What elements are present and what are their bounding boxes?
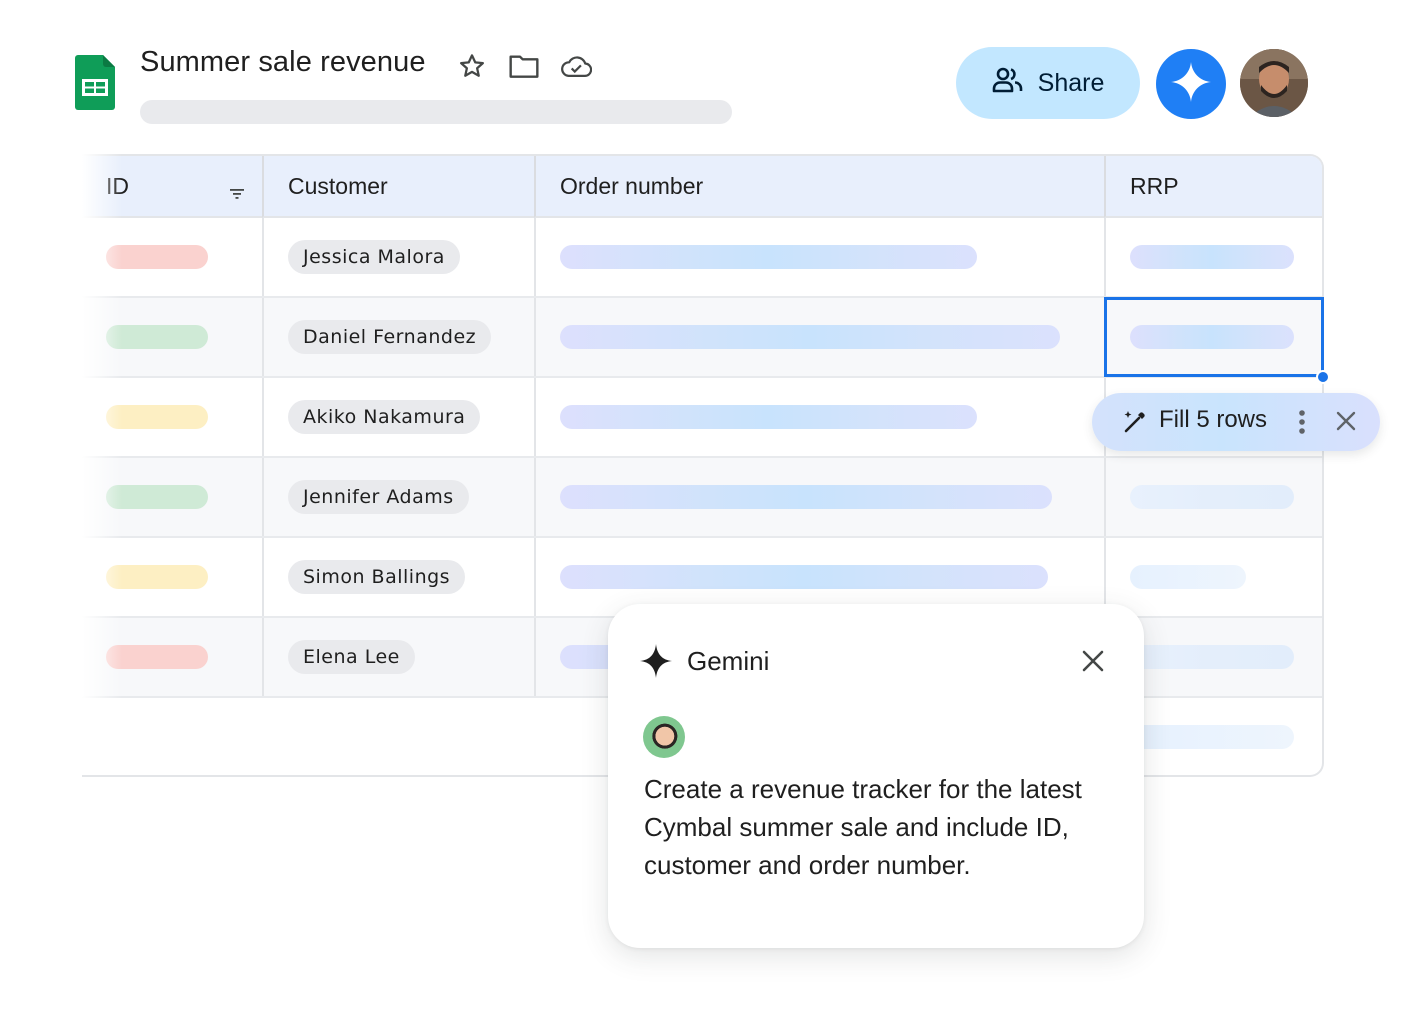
gemini-panel-title: Gemini bbox=[687, 646, 770, 676]
close-icon[interactable] bbox=[1078, 646, 1108, 676]
customer-chip[interactable]: Akiko Nakamura bbox=[288, 400, 481, 434]
table-row: Jennifer Adams bbox=[82, 458, 1322, 538]
id-placeholder bbox=[106, 325, 208, 349]
order-placeholder bbox=[560, 405, 977, 429]
rrp-placeholder bbox=[1130, 645, 1294, 669]
table-row: Jessica Malora bbox=[82, 218, 1322, 298]
id-placeholder bbox=[106, 485, 208, 509]
order-placeholder bbox=[560, 565, 1048, 589]
prompt-user-avatar bbox=[643, 716, 685, 758]
column-header-order-number[interactable]: Order number bbox=[534, 156, 1104, 218]
id-cell[interactable] bbox=[82, 378, 262, 456]
order-number-cell[interactable] bbox=[534, 218, 1104, 296]
order-number-cell[interactable] bbox=[534, 458, 1104, 536]
customer-chip[interactable]: Jennifer Adams bbox=[288, 480, 469, 514]
customer-cell[interactable]: Akiko Nakamura bbox=[262, 378, 534, 456]
customer-cell[interactable]: Elena Lee bbox=[262, 618, 534, 696]
people-icon bbox=[992, 67, 1024, 100]
rrp-placeholder bbox=[1130, 565, 1246, 589]
id-cell[interactable] bbox=[82, 218, 262, 296]
id-placeholder bbox=[106, 405, 208, 429]
fill-handle[interactable] bbox=[1316, 370, 1330, 384]
id-cell[interactable] bbox=[82, 458, 262, 536]
id-placeholder bbox=[106, 245, 208, 269]
column-header-label: Order number bbox=[560, 172, 704, 199]
order-placeholder bbox=[560, 485, 1052, 509]
order-placeholder bbox=[560, 325, 1060, 349]
rrp-cell[interactable] bbox=[1104, 218, 1322, 296]
rrp-placeholder bbox=[1130, 725, 1294, 749]
fill-rows-button[interactable]: Fill 5 rows bbox=[1159, 406, 1267, 434]
column-header-customer[interactable]: Customer bbox=[262, 156, 534, 218]
prompt-text: Create a revenue tracker for the latest … bbox=[644, 774, 1082, 880]
customer-cell[interactable]: Jennifer Adams bbox=[262, 458, 534, 536]
user-avatar[interactable] bbox=[1240, 49, 1308, 117]
id-cell[interactable] bbox=[82, 298, 262, 376]
filter-icon[interactable] bbox=[228, 180, 246, 199]
id-placeholder bbox=[106, 645, 208, 669]
rrp-cell[interactable] bbox=[1104, 538, 1322, 616]
column-header-id[interactable]: ID bbox=[82, 156, 262, 218]
menu-bar-placeholder bbox=[140, 100, 732, 124]
share-label: Share bbox=[1037, 68, 1105, 97]
order-number-cell[interactable] bbox=[534, 378, 1104, 456]
customer-cell[interactable]: Daniel Fernandez bbox=[262, 298, 534, 376]
column-header-label: Customer bbox=[288, 172, 388, 199]
more-vert-icon[interactable] bbox=[1296, 407, 1308, 437]
gemini-panel: Gemini Create a revenue tracker for the … bbox=[608, 604, 1144, 948]
gemini-button[interactable] bbox=[1156, 49, 1226, 119]
cloud-saved-icon[interactable] bbox=[560, 50, 592, 82]
magic-wand-icon bbox=[1122, 409, 1148, 435]
column-header-label: ID bbox=[106, 172, 129, 199]
rrp-placeholder bbox=[1130, 485, 1294, 509]
fill-suggestion-chip[interactable]: Fill 5 rows bbox=[1092, 393, 1380, 451]
customer-cell[interactable]: Jessica Malora bbox=[262, 218, 534, 296]
customer-chip[interactable]: Jessica Malora bbox=[288, 240, 460, 274]
column-header-label: RRP bbox=[1130, 172, 1179, 199]
close-icon[interactable] bbox=[1334, 409, 1358, 433]
customer-chip[interactable]: Daniel Fernandez bbox=[288, 320, 492, 354]
customer-cell[interactable]: Simon Ballings bbox=[262, 538, 534, 616]
gemini-sparkle-icon bbox=[640, 644, 672, 678]
order-placeholder bbox=[560, 245, 977, 269]
customer-chip[interactable]: Elena Lee bbox=[288, 640, 415, 674]
rrp-cell[interactable] bbox=[1104, 458, 1322, 536]
id-cell[interactable] bbox=[82, 538, 262, 616]
customer-chip[interactable]: Simon Ballings bbox=[288, 560, 466, 594]
document-title[interactable]: Summer sale revenue bbox=[140, 46, 426, 79]
rrp-cell[interactable] bbox=[1104, 298, 1322, 376]
share-button[interactable]: Share bbox=[956, 47, 1140, 119]
rrp-placeholder bbox=[1130, 325, 1294, 349]
gemini-sparkle-icon bbox=[1171, 61, 1211, 107]
table-row: Daniel Fernandez bbox=[82, 298, 1322, 378]
rrp-placeholder bbox=[1130, 245, 1294, 269]
column-header-rrp[interactable]: RRP bbox=[1104, 156, 1322, 218]
star-icon[interactable] bbox=[456, 50, 488, 82]
order-number-cell[interactable] bbox=[534, 298, 1104, 376]
id-cell[interactable] bbox=[82, 618, 262, 696]
id-placeholder bbox=[106, 565, 208, 589]
folder-icon[interactable] bbox=[508, 50, 540, 82]
sheets-logo-icon[interactable] bbox=[75, 55, 115, 110]
